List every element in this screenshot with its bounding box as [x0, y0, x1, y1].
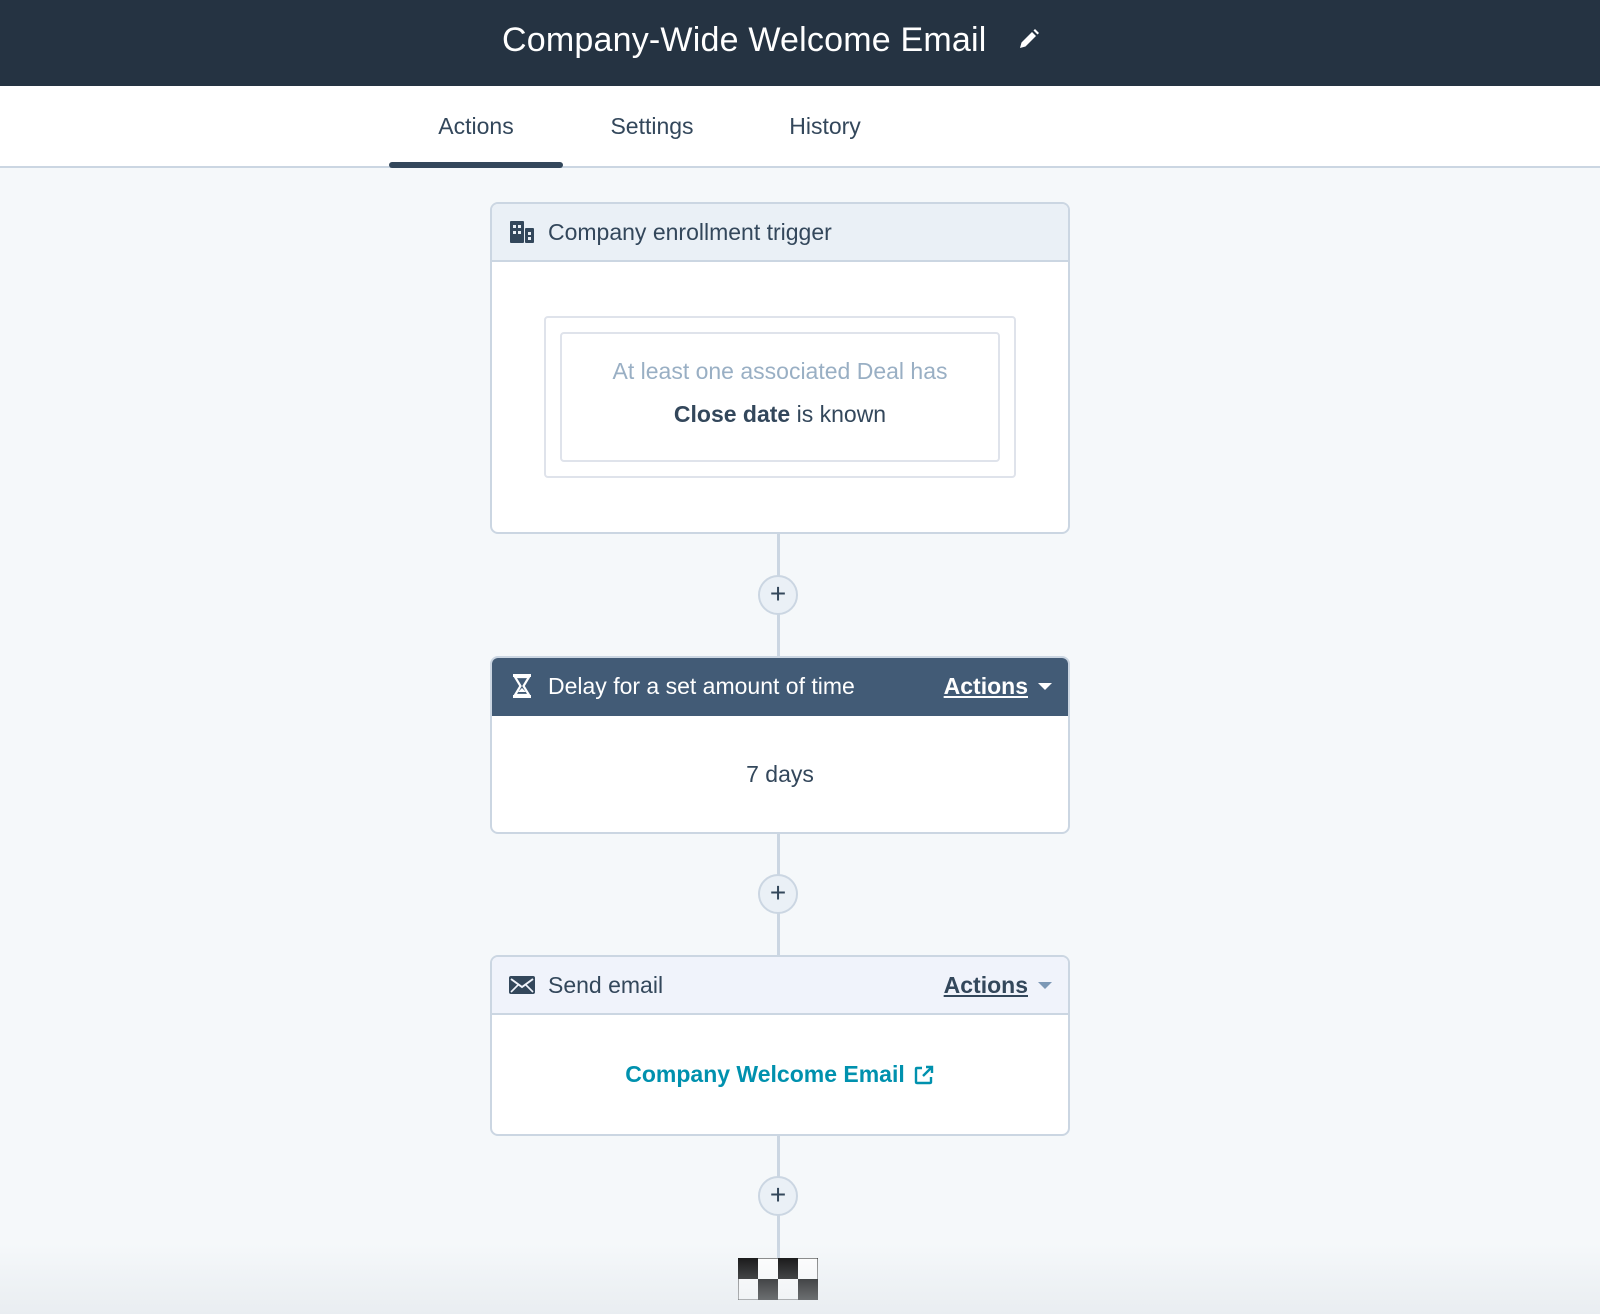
- envelope-icon: [508, 971, 536, 999]
- end-flag-icon: [737, 1257, 819, 1301]
- tabs-bar: Actions Settings History: [0, 86, 1600, 168]
- condition-text: Close date is known: [562, 401, 998, 428]
- pencil-icon[interactable]: [1012, 24, 1044, 56]
- add-action-button[interactable]: +: [758, 575, 798, 615]
- tab-settings[interactable]: Settings: [600, 86, 704, 166]
- actions-label: Actions: [943, 971, 1028, 998]
- card-header: Delay for a set amount of time Actions: [492, 658, 1068, 716]
- card-title: Company enrollment trigger: [548, 218, 832, 245]
- card-header: Company enrollment trigger: [492, 204, 1068, 262]
- top-bar: Company-Wide Welcome Email: [0, 0, 1600, 86]
- hourglass-icon: [508, 672, 536, 700]
- add-action-button[interactable]: +: [758, 874, 798, 914]
- add-action-button[interactable]: +: [758, 1176, 798, 1216]
- delay-action-card[interactable]: Delay for a set amount of time Actions 7…: [490, 656, 1070, 834]
- delay-actions-dropdown[interactable]: Actions: [944, 658, 1052, 714]
- trigger-filter-group: At least one associated Deal has Close d…: [544, 316, 1016, 478]
- send-email-action-card[interactable]: Send email Actions Company Welcome Email: [490, 955, 1070, 1136]
- card-body: 7 days: [492, 716, 1068, 832]
- caret-down-icon: [1038, 981, 1052, 989]
- tab-history[interactable]: History: [782, 86, 868, 166]
- caret-down-icon: [1038, 682, 1052, 690]
- card-title: Send email: [548, 971, 664, 998]
- email-name: Company Welcome Email: [625, 1061, 905, 1087]
- email-link[interactable]: Company Welcome Email: [625, 1061, 935, 1088]
- delay-value: 7 days: [746, 760, 814, 787]
- card-body: Company Welcome Email: [492, 1015, 1068, 1134]
- tab-label: Actions: [438, 113, 514, 139]
- card-title: Delay for a set amount of time: [548, 672, 855, 699]
- building-icon: [508, 218, 536, 246]
- tab-label: Settings: [610, 113, 694, 139]
- actions-label: Actions: [943, 672, 1028, 699]
- tab-label: History: [789, 113, 861, 139]
- active-tab-indicator: [389, 162, 563, 168]
- trigger-filter[interactable]: At least one associated Deal has Close d…: [560, 332, 1000, 462]
- condition-operator: is known: [796, 401, 887, 427]
- workflow-title[interactable]: Company-Wide Welcome Email: [502, 18, 987, 62]
- send-email-actions-dropdown[interactable]: Actions: [944, 957, 1052, 1013]
- tab-actions[interactable]: Actions: [389, 86, 563, 168]
- condition-property: Close date: [673, 401, 791, 427]
- card-header: Send email Actions: [492, 957, 1068, 1015]
- condition-prefix: At least one associated Deal has: [612, 358, 948, 384]
- external-link-icon: [913, 1064, 935, 1086]
- enrollment-trigger-card[interactable]: Company enrollment trigger At least one …: [490, 202, 1070, 534]
